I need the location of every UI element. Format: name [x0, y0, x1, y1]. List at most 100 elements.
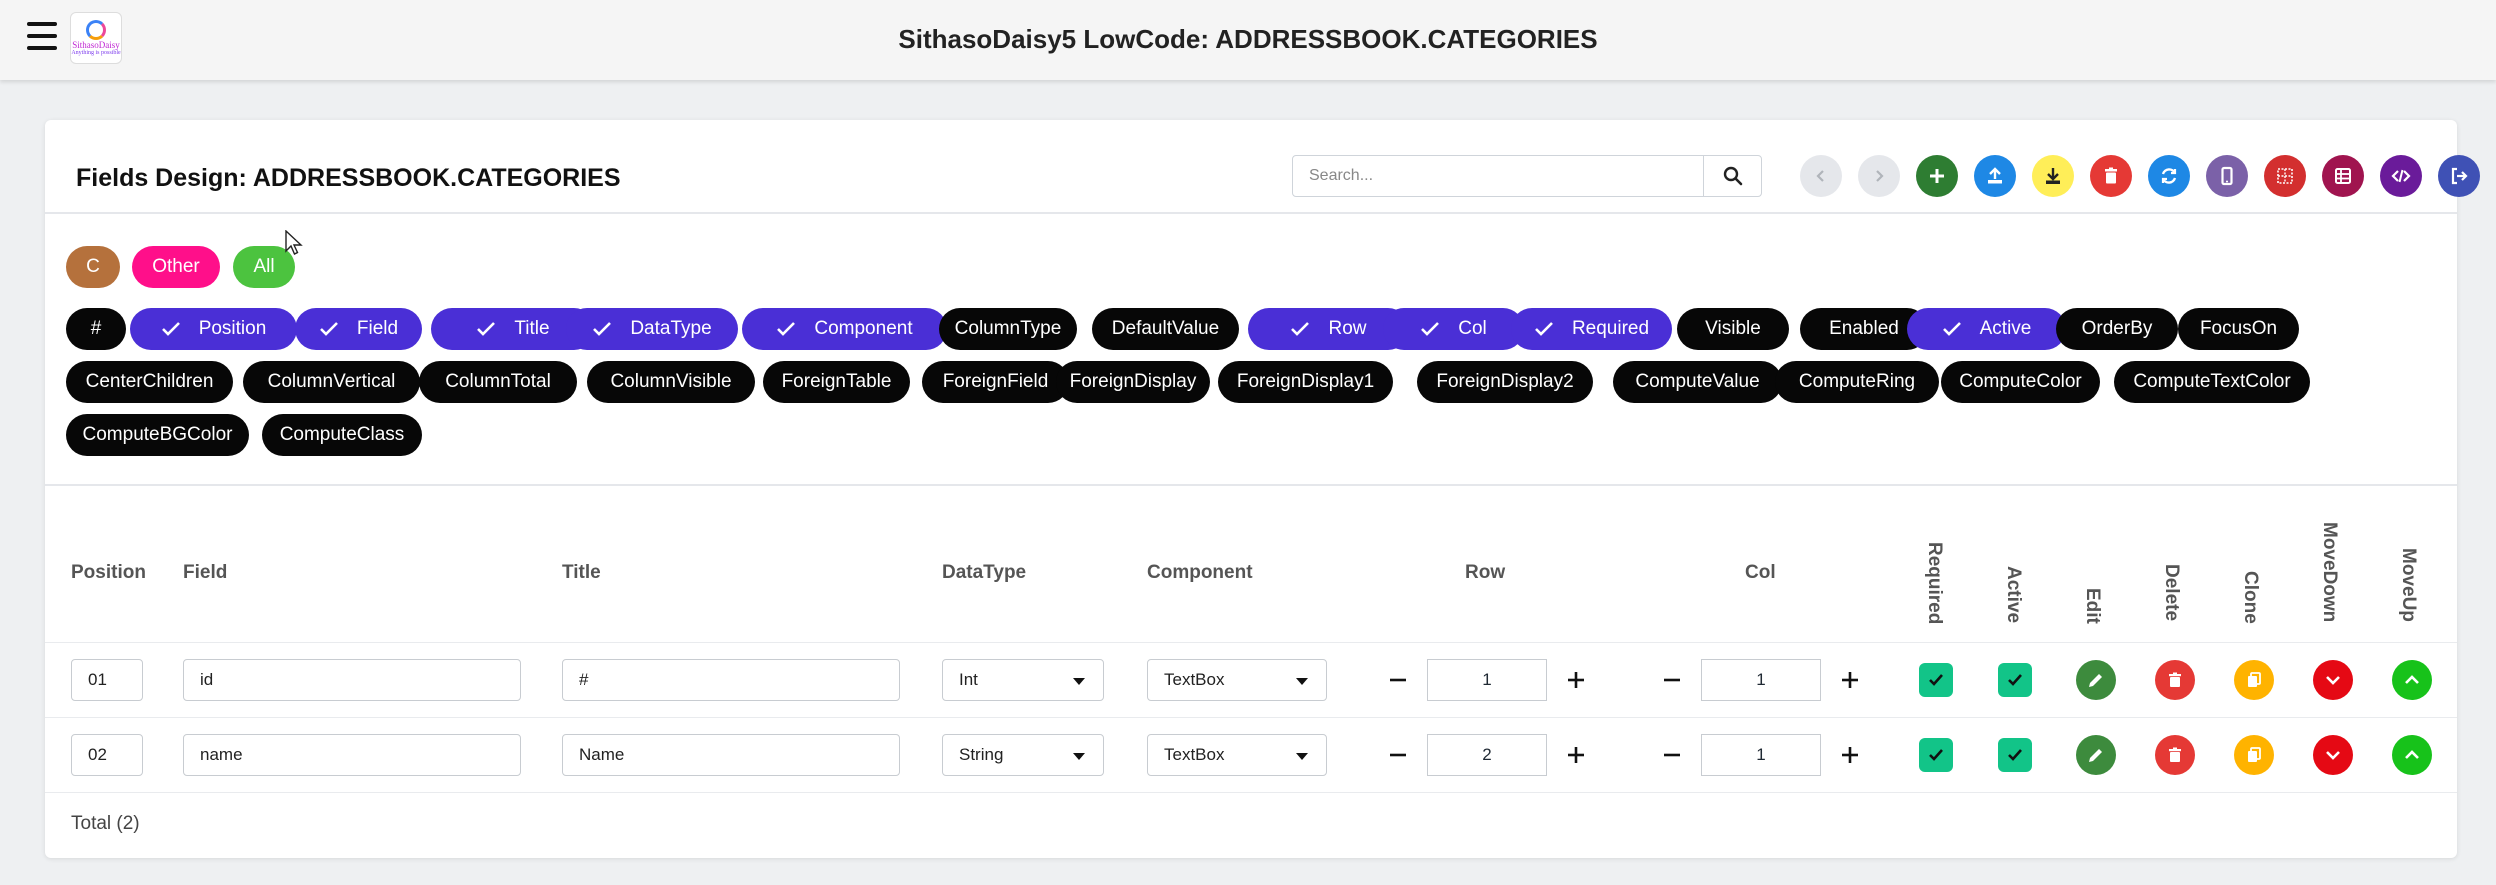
column-chip-label: ForeignDisplay: [1069, 371, 1197, 392]
row-value[interactable]: 2: [1427, 734, 1547, 776]
column-chip-visible[interactable]: Visible: [1677, 308, 1789, 350]
edit-button[interactable]: [2076, 735, 2116, 775]
component-select[interactable]: TextBox: [1147, 659, 1327, 701]
back-button[interactable]: [1800, 155, 1842, 197]
decrement-button[interactable]: [1643, 659, 1701, 701]
header-component: Component: [1147, 562, 1253, 583]
column-chip-required[interactable]: Required: [1511, 308, 1672, 350]
row-value[interactable]: 1: [1427, 659, 1547, 701]
clone-button[interactable]: [2234, 735, 2274, 775]
column-chip-label: DefaultValue: [1111, 318, 1220, 339]
decrement-button[interactable]: [1369, 659, 1427, 701]
download-button[interactable]: [2032, 155, 2074, 197]
move-up-button[interactable]: [2392, 660, 2432, 700]
column-chip-label: ComputeClass: [279, 424, 405, 445]
increment-button[interactable]: [1547, 659, 1605, 701]
delete-button[interactable]: [2155, 735, 2195, 775]
copy-icon: [2248, 747, 2261, 762]
column-chip-foreignfield[interactable]: ForeignField: [922, 361, 1069, 403]
field-input[interactable]: id: [183, 659, 521, 701]
table-button[interactable]: [2322, 155, 2364, 197]
decrement-button[interactable]: [1369, 734, 1427, 776]
clone-button[interactable]: [2234, 660, 2274, 700]
header-row-line: [45, 642, 2457, 643]
increment-button[interactable]: [1821, 659, 1879, 701]
column-chip-columntotal[interactable]: ColumnTotal: [419, 361, 577, 403]
column-chip-datatype[interactable]: DataType: [566, 308, 738, 350]
column-chip-foreigndisplay1[interactable]: ForeignDisplay1: [1218, 361, 1393, 403]
forward-button[interactable]: [1858, 155, 1900, 197]
increment-button[interactable]: [1547, 734, 1605, 776]
search-button[interactable]: [1703, 156, 1761, 196]
column-chip-columnvertical[interactable]: ColumnVertical: [243, 361, 420, 403]
column-chip-defaultvalue[interactable]: DefaultValue: [1092, 308, 1239, 350]
position-input[interactable]: 02: [71, 734, 143, 776]
filter-chip-other[interactable]: Other: [132, 246, 220, 288]
column-chip-centerchildren[interactable]: CenterChildren: [66, 361, 233, 403]
delete-button[interactable]: [2155, 660, 2195, 700]
title-input[interactable]: Name: [562, 734, 900, 776]
col-value[interactable]: 1: [1701, 734, 1821, 776]
header-movedown: MoveDown: [2319, 522, 2340, 623]
check-icon: [319, 322, 338, 336]
add-button[interactable]: [1916, 155, 1958, 197]
field-input[interactable]: name: [183, 734, 521, 776]
move-up-button[interactable]: [2392, 735, 2432, 775]
column-chip-computering[interactable]: ComputeRing: [1775, 361, 1939, 403]
check-icon: [777, 322, 796, 336]
column-chip-computevalue[interactable]: ComputeValue: [1613, 361, 1782, 403]
datatype-value: String: [959, 745, 1004, 764]
column-chip-position[interactable]: Position: [130, 308, 297, 350]
download-icon: [2046, 168, 2060, 184]
plus-icon: [1842, 672, 1858, 688]
column-chip-columntype[interactable]: ColumnType: [939, 308, 1077, 350]
header-col: Col: [1745, 562, 1776, 583]
column-chip-component[interactable]: Component: [742, 308, 947, 350]
required-checkbox[interactable]: [1919, 663, 1953, 697]
move-down-button[interactable]: [2313, 660, 2353, 700]
app-title: SithasoDaisy5 LowCode: ADDRESSBOOK.CATEG…: [898, 24, 1598, 54]
column-chip-active[interactable]: Active: [1907, 308, 2066, 350]
delete-all-button[interactable]: [2090, 155, 2132, 197]
upload-button[interactable]: [1974, 155, 2016, 197]
datatype-select[interactable]: Int: [942, 659, 1104, 701]
column-chip-orderby[interactable]: OrderBy: [2056, 308, 2178, 350]
grid-button[interactable]: [2264, 155, 2306, 197]
column-chip-col[interactable]: Col: [1383, 308, 1524, 350]
column-chip-computebgcolor[interactable]: ComputeBGColor: [66, 414, 249, 456]
title-input[interactable]: #: [562, 659, 900, 701]
refresh-button[interactable]: [2148, 155, 2190, 197]
column-chip-computeclass[interactable]: ComputeClass: [262, 414, 422, 456]
active-checkbox[interactable]: [1998, 738, 2032, 772]
required-checkbox[interactable]: [1919, 738, 1953, 772]
column-chip-focuson[interactable]: FocusOn: [2178, 308, 2299, 350]
position-input[interactable]: 01: [71, 659, 143, 701]
datatype-select[interactable]: String: [942, 734, 1104, 776]
col-value[interactable]: 1: [1701, 659, 1821, 701]
column-chip-foreigndisplay[interactable]: ForeignDisplay: [1056, 361, 1210, 403]
column-chip-computecolor[interactable]: ComputeColor: [1941, 361, 2100, 403]
increment-button[interactable]: [1821, 734, 1879, 776]
edit-button[interactable]: [2076, 660, 2116, 700]
column-chip-label: Field: [356, 318, 399, 339]
component-select[interactable]: TextBox: [1147, 734, 1327, 776]
move-down-button[interactable]: [2313, 735, 2353, 775]
minus-icon: [1390, 753, 1406, 757]
active-checkbox[interactable]: [1998, 663, 2032, 697]
plus-icon: [1568, 672, 1584, 688]
column-chip-foreigndisplay2[interactable]: ForeignDisplay2: [1417, 361, 1593, 403]
mobile-button[interactable]: [2206, 155, 2248, 197]
column-chip-label: ForeignTable: [781, 371, 892, 392]
column-chip-foreigntable[interactable]: ForeignTable: [763, 361, 910, 403]
column-chip-field[interactable]: Field: [295, 308, 422, 350]
column-chip-number[interactable]: #: [66, 308, 126, 350]
column-chip-columnvisible[interactable]: ColumnVisible: [587, 361, 755, 403]
logout-button[interactable]: [2438, 155, 2480, 197]
code-button[interactable]: [2380, 155, 2422, 197]
filter-chip-c[interactable]: C: [66, 246, 120, 288]
grid-icon: [2277, 168, 2293, 184]
column-chip-computetextcolor[interactable]: ComputeTextColor: [2114, 361, 2310, 403]
search-input[interactable]: [1293, 156, 1703, 196]
decrement-button[interactable]: [1643, 734, 1701, 776]
column-chip-label: CenterChildren: [85, 371, 214, 392]
